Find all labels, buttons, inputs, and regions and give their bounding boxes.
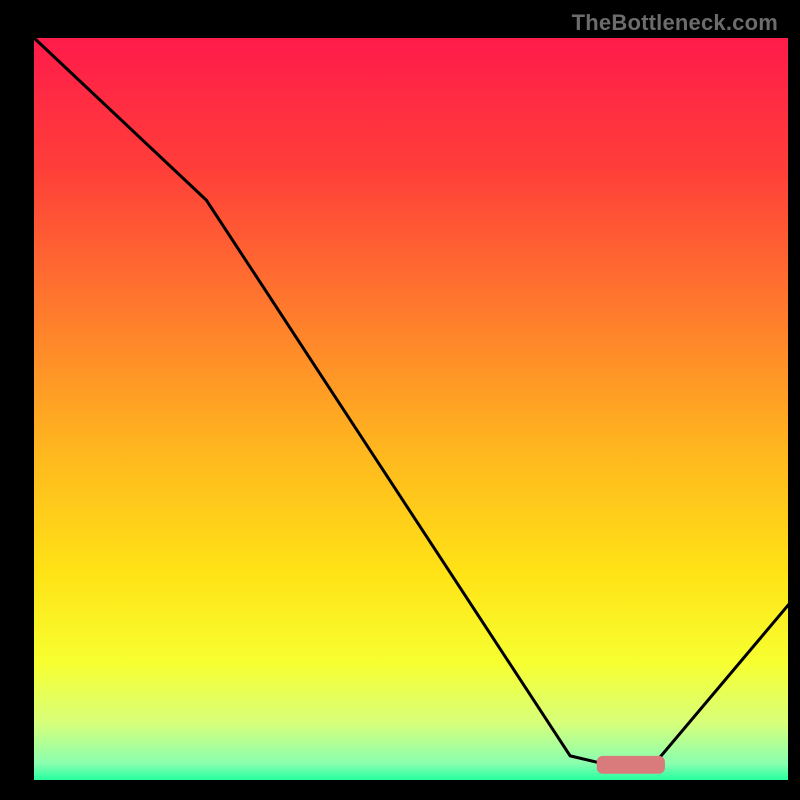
chart-frame: TheBottleneck.com — [10, 10, 790, 790]
watermark-text: TheBottleneck.com — [572, 10, 778, 36]
marker-region — [597, 756, 665, 774]
chart-svg — [10, 10, 790, 790]
plot-background — [32, 36, 790, 782]
